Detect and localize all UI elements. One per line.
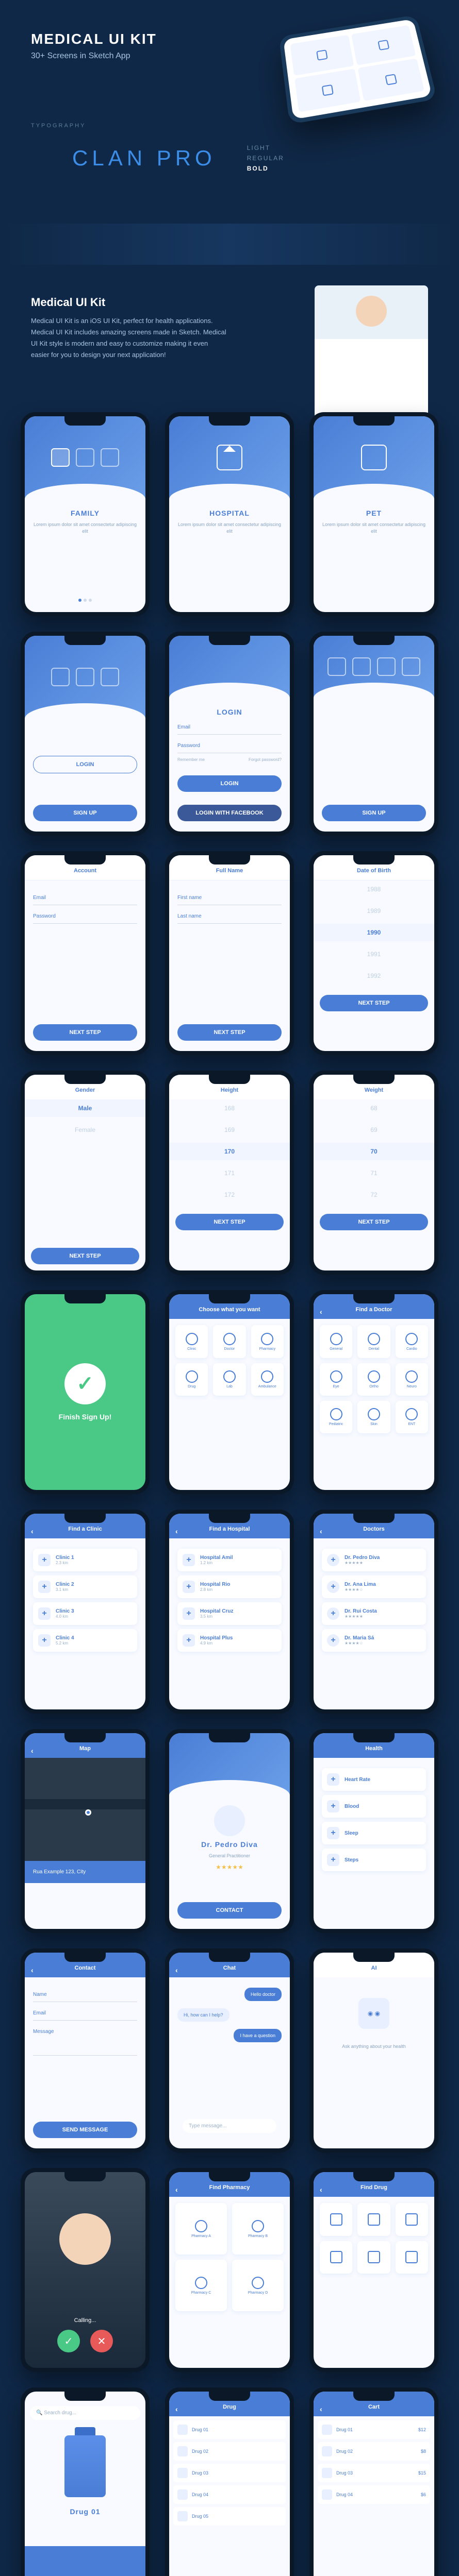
phone-login: LOGIN SIGN UP xyxy=(21,632,150,836)
chat-input[interactable]: Type message... xyxy=(183,2119,276,2133)
phone-step-height: Height 168 169 170 171 172 NEXT STEP xyxy=(165,1071,294,1275)
search-input[interactable]: 🔍 Search drug... xyxy=(30,2406,140,2420)
wave-decoration xyxy=(0,224,459,265)
font-name: CLAN PRO xyxy=(72,146,216,171)
phone-doctors: ‹Doctors Dr. Pedro Diva★★★★★ Dr. Ana Lim… xyxy=(309,1510,438,1714)
signup-button[interactable]: SIGN UP xyxy=(33,805,137,821)
login-button[interactable]: LOGIN xyxy=(33,756,137,773)
robot-icon xyxy=(358,1998,389,2029)
back-icon[interactable]: ‹ xyxy=(320,1308,322,1316)
choose-lab[interactable]: Lab xyxy=(213,1363,245,1396)
doctor-image xyxy=(315,285,428,419)
login-submit[interactable]: LOGIN xyxy=(177,775,282,792)
hero-section: MEDICAL UI KIT 30+ Screens in Sketch App xyxy=(0,0,459,102)
phone-chat: ‹Chat Hello doctor Hi, how can I help? I… xyxy=(165,1948,294,2153)
checkmark-icon xyxy=(64,1363,106,1404)
signup-submit[interactable]: SIGN UP xyxy=(322,805,426,821)
password-input[interactable]: Password xyxy=(177,739,282,753)
choose-drug[interactable]: Drug xyxy=(175,1363,208,1396)
phone-hospitals: ‹Find a Hospital Hospital Amil1.2 km Hos… xyxy=(165,1510,294,1714)
pet-icon xyxy=(361,445,387,470)
about-text: Medical UI Kit is an iOS UI Kit, perfect… xyxy=(31,315,227,361)
facebook-login[interactable]: LOGIN WITH FACEBOOK xyxy=(177,805,282,821)
phone-ai: AI Ask anything about your health xyxy=(309,1948,438,2153)
avatar xyxy=(214,1805,245,1836)
map-view[interactable] xyxy=(25,1758,145,1861)
phone-drug-detail: 🔍 Search drug... Drug 01 xyxy=(21,2387,150,2576)
phone-clinics: ‹Find a Clinic Clinic 12.3 km Clinic 23.… xyxy=(21,1510,150,1714)
phone-signup-success: Finish Sign Up! xyxy=(21,1290,150,1494)
phone-login-form: LOGIN Email Password Remember meForgot p… xyxy=(165,632,294,836)
phone-find-drug: ‹Find Drug xyxy=(309,2168,438,2372)
phone-onboard-pet: PET Lorem ipsum dolor sit amet consectet… xyxy=(309,412,438,616)
phone-onboard-hospital: HOSPITAL Lorem ipsum dolor sit amet cons… xyxy=(165,412,294,616)
next-button[interactable]: NEXT STEP xyxy=(33,1024,137,1041)
typography-label: TYPOGRAPHY xyxy=(31,123,428,129)
about-section: Medical UI Kit Medical UI Kit is an iOS … xyxy=(0,275,459,381)
phone-map: ‹Map Rua Example 123, City xyxy=(21,1729,150,1933)
choose-clinic[interactable]: Clinic xyxy=(175,1325,208,1358)
hospital-icon xyxy=(217,445,242,470)
phone-step-weight: Weight 68 69 70 71 72 NEXT STEP xyxy=(309,1071,438,1275)
family-icon xyxy=(51,448,70,467)
choose-pharmacy[interactable]: Pharmacy xyxy=(251,1325,284,1358)
map-pin-icon xyxy=(85,1809,91,1816)
phone-drug-list: ‹Drug Drug 01 Drug 02 Drug 03 Drug 04 Dr… xyxy=(165,2387,294,2576)
phone-contact: ‹Contact Name Email Message SEND MESSAGE xyxy=(21,1948,150,2153)
phone-health: Health Heart Rate Blood Sleep Steps xyxy=(309,1729,438,1933)
font-weights: LIGHT REGULAR BOLD xyxy=(247,144,284,172)
choose-doctor[interactable]: Doctor xyxy=(213,1325,245,1358)
phone-choose: Choose what you want Clinic Doctor Pharm… xyxy=(165,1290,294,1494)
phone-video-call: Calling... ✓ ✕ xyxy=(21,2168,150,2372)
phone-step-dob: Date of Birth 1988 1989 1990 1991 1992 N… xyxy=(309,851,438,1055)
clinic-item[interactable]: Clinic 12.3 km xyxy=(33,1549,137,1571)
email-input[interactable]: Email xyxy=(177,720,282,735)
accept-call-button[interactable]: ✓ xyxy=(57,2330,80,2352)
phone-step-name: Full Name First name Last name NEXT STEP xyxy=(165,851,294,1055)
phone-cart: ‹Cart Drug 01$12 Drug 02$8 Drug 03$15 Dr… xyxy=(309,2387,438,2576)
typography-section: TYPOGRAPHY CLAN PRO LIGHT REGULAR BOLD xyxy=(0,102,459,213)
onboard-title: FAMILY xyxy=(33,509,137,517)
send-button[interactable]: SEND MESSAGE xyxy=(33,2122,137,2138)
phone-signup: SIGN UP xyxy=(309,632,438,836)
contact-button[interactable]: CONTACT xyxy=(177,1902,282,1919)
phone-step-gender: Gender Male Female NEXT STEP xyxy=(21,1071,150,1275)
phone-step-account: Account Email Password NEXT STEP xyxy=(21,851,150,1055)
phone-doctor-profile: Dr. Pedro Diva General Practitioner ★★★★… xyxy=(165,1729,294,1933)
phone-find-doctor: ‹Find a Doctor General Dental Cardio Eye… xyxy=(309,1290,438,1494)
choose-ambulance[interactable]: Ambulance xyxy=(251,1363,284,1396)
decline-call-button[interactable]: ✕ xyxy=(90,2330,113,2352)
phone-onboard-family: FAMILY Lorem ipsum dolor sit amet consec… xyxy=(21,412,150,616)
drug-bottle-icon xyxy=(64,2435,106,2497)
phone-pharmacy: ‹Find Pharmacy Pharmacy A Pharmacy B Pha… xyxy=(165,2168,294,2372)
